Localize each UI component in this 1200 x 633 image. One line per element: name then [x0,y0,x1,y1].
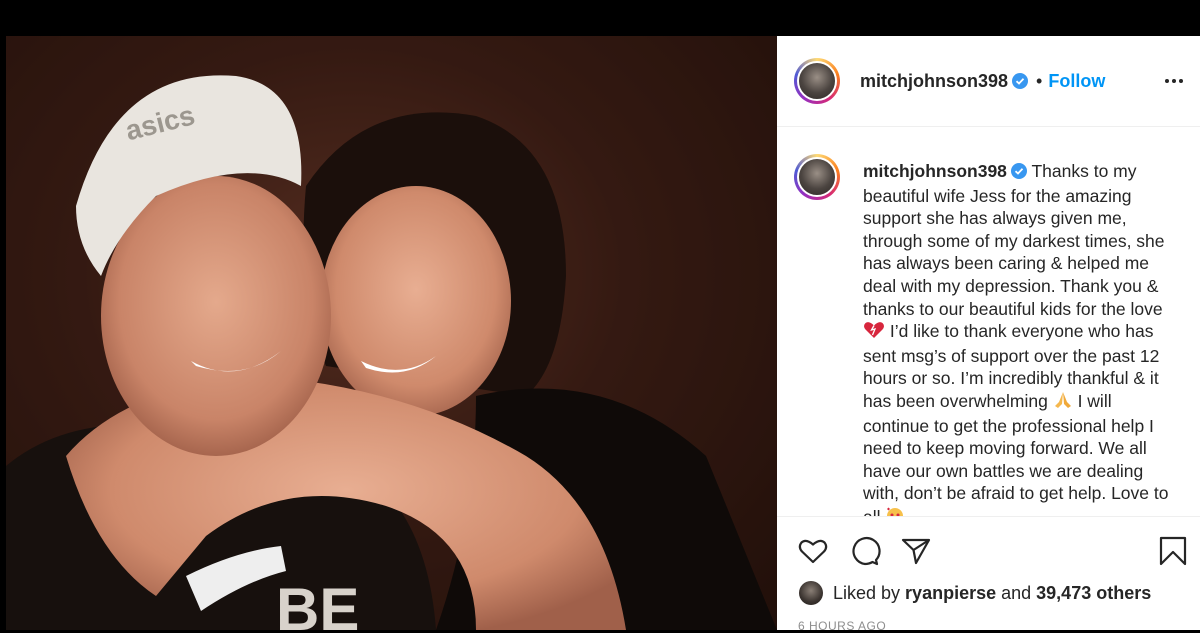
comment-bubble-icon[interactable] [849,535,881,567]
more-dots-icon[interactable] [1162,69,1186,93]
liked-by-user-link[interactable]: ryanpierse [905,583,996,603]
paper-plane-icon[interactable] [900,535,932,567]
likes-middle: and [996,583,1037,603]
heart-emoji-icon [863,321,885,345]
post-timestamp[interactable]: 6 HOURS AGO [798,619,886,633]
hearts-face-emoji-icon [885,505,905,516]
follow-button[interactable]: Follow [1048,71,1105,91]
header-username-row: mitchjohnson398 • Follow [860,69,1105,93]
caption-username[interactable]: mitchjohnson398 [863,161,1007,181]
post-caption: mitchjohnson398 Thanks to my beautiful w… [863,160,1181,516]
header-username[interactable]: mitchjohnson398 [860,71,1008,91]
liker-avatar[interactable] [799,581,823,605]
likes-count-link[interactable]: 39,473 others [1036,583,1151,603]
post-photo[interactable]: asics BE [6,36,777,630]
caption-area: mitchjohnson398 Thanks to my beautiful w… [777,126,1200,516]
heart-outline-icon[interactable] [797,535,829,567]
caption-text-part-2: I’d like to thank everyone who has sent … [863,321,1160,411]
caption-author-avatar-image [797,157,837,197]
caption-text-part-1: Thanks to my beautiful wife Jess for the… [863,161,1165,319]
caption-verified-badge-icon [1010,162,1027,185]
header-separator-dot: • [1036,71,1043,91]
shirt-print: BE [276,576,359,630]
caption-author-avatar[interactable] [794,154,840,200]
verified-badge-icon [1012,73,1029,97]
top-black-bar [0,0,1200,36]
likes-summary: Liked by ryanpierse and 39,473 others [799,580,1151,606]
post-header: mitchjohnson398 • Follow [777,36,1200,127]
photo-illustration: asics BE [6,36,777,630]
likes-prefix: Liked by [833,583,906,603]
post-side-panel: mitchjohnson398 • Follow mitchjohnson398 T… [777,36,1200,633]
pray-emoji-icon [1053,391,1073,415]
bookmark-icon[interactable] [1157,535,1189,567]
post-actions: Liked by ryanpierse and 39,473 others 6 … [777,516,1200,633]
author-avatar-image [797,61,837,101]
author-avatar[interactable] [794,58,840,104]
